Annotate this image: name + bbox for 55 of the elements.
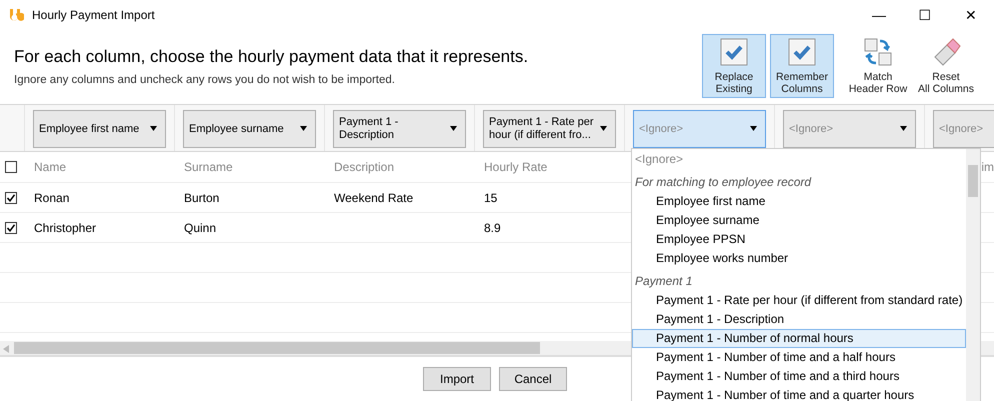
column-header: Surname — [183, 159, 234, 176]
import-button[interactable]: Import — [423, 367, 491, 391]
caret-icon — [450, 126, 457, 131]
scroll-left-icon[interactable] — [3, 345, 9, 353]
group-label: For matching to employee record — [634, 174, 812, 191]
dropdown-option[interactable]: Employee first name — [632, 192, 966, 211]
instruction-text: Ignore any columns and uncheck any rows you do not wish to be imported. — [14, 72, 396, 88]
table-cell-text: Ronan — [33, 190, 70, 206]
window-title: Hourly Payment Import — [32, 7, 155, 24]
table-cell-text: Burton — [183, 190, 220, 206]
table-cell-text: Weekend Rate — [333, 190, 414, 206]
reset-button[interactable]: Reset All Columns — [914, 34, 978, 98]
column-dropdown[interactable]: Payment 1 - Description — [333, 110, 466, 148]
column-dropdown[interactable]: Employee surname — [183, 110, 316, 148]
column-header: Description — [333, 159, 396, 176]
dropdown-option[interactable]: Payment 1 - Rate per hour (if different from standard rate) — [632, 291, 966, 310]
column-header: Hourly Rate — [483, 159, 548, 176]
heading: For each column, choose the hourly payment data that it represents. — [14, 46, 530, 68]
column-header: im — [981, 159, 994, 176]
vertical-scrollbar[interactable] — [966, 149, 980, 401]
dropdown-option[interactable]: Payment 1 - Number of time and a half hours — [632, 348, 966, 367]
match-header-button[interactable]: Match Header Row — [846, 34, 910, 98]
table-cell-text: 15 — [483, 190, 498, 206]
dropdown-option[interactable]: Employee surname — [632, 211, 966, 230]
column-dropdown[interactable]: Employee first name — [33, 110, 166, 148]
group-label: Payment 1 — [634, 273, 694, 290]
scrollbar-thumb[interactable] — [14, 342, 540, 354]
scrollbar-thumb[interactable] — [968, 165, 978, 197]
row-checkbox[interactable] — [5, 222, 17, 234]
caret-icon — [600, 126, 607, 131]
table-cell-text: 8.9 — [483, 220, 502, 236]
table-cell-text: Christopher — [33, 220, 98, 236]
column-header: Name — [33, 159, 68, 176]
dropdown-option[interactable]: Employee PPSN — [632, 230, 966, 249]
dropdown-option[interactable]: Payment 1 - Number of normal hours — [632, 329, 966, 348]
cancel-button[interactable]: Cancel — [499, 367, 567, 391]
select-all-checkbox[interactable] — [5, 161, 17, 173]
maximize-button[interactable]: ☐ — [902, 0, 948, 30]
caret-icon — [150, 126, 157, 131]
toggle-button[interactable]: Remember Columns — [770, 34, 834, 98]
column-dropdown[interactable]: Payment 1 - Rate per hour (if different fro... — [483, 110, 616, 148]
app-logo-icon — [8, 7, 24, 23]
swap-squares-icon — [863, 37, 893, 67]
close-button[interactable]: ✕ — [948, 0, 994, 30]
dropdown-option[interactable]: <Ignore> — [632, 150, 966, 169]
caret-icon — [900, 126, 907, 131]
row-checkbox[interactable] — [5, 192, 17, 204]
dropdown-option[interactable]: Employee works number — [632, 249, 966, 268]
caret-icon — [300, 126, 307, 131]
minimize-button[interactable]: — — [856, 0, 902, 30]
toggle-button[interactable]: Replace Existing — [702, 34, 766, 98]
dropdown-option[interactable]: Payment 1 - Description — [632, 310, 966, 329]
dropdown-option[interactable]: Payment 1 - Number of time and a third hours — [632, 367, 966, 386]
caret-icon — [750, 126, 757, 131]
table-cell-text: Quinn — [183, 220, 218, 236]
